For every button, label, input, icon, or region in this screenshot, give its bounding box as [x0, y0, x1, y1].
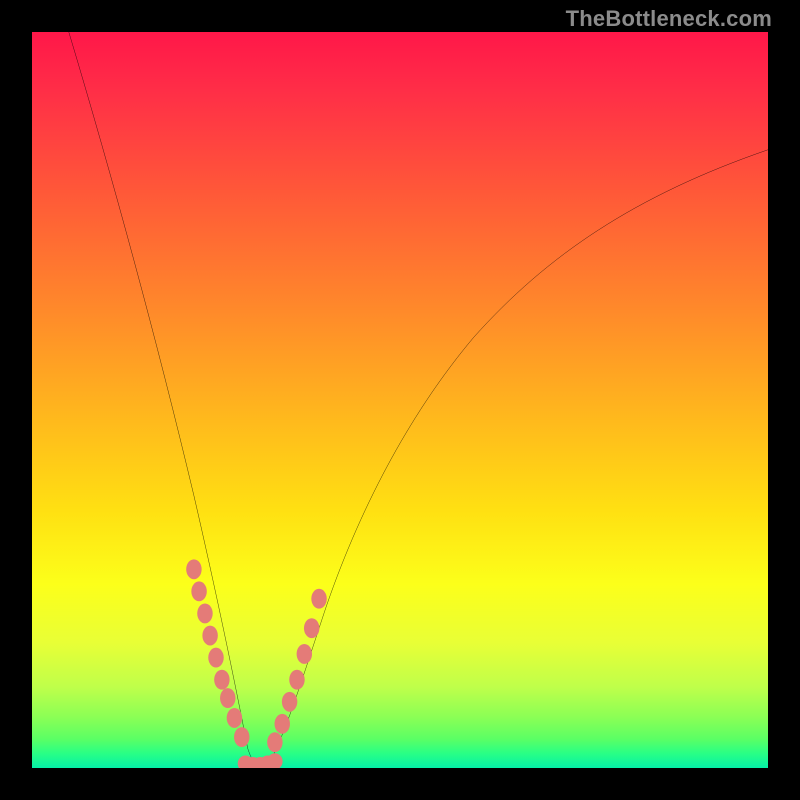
bottleneck-curve	[69, 32, 768, 766]
chart-container: TheBottleneck.com	[0, 0, 800, 800]
curve-right-branch	[260, 150, 768, 766]
watermark-text: TheBottleneck.com	[566, 6, 772, 32]
marker-dots	[186, 559, 327, 768]
curve-layer	[32, 32, 768, 768]
plot-area	[32, 32, 768, 768]
curve-left-branch	[69, 32, 260, 766]
